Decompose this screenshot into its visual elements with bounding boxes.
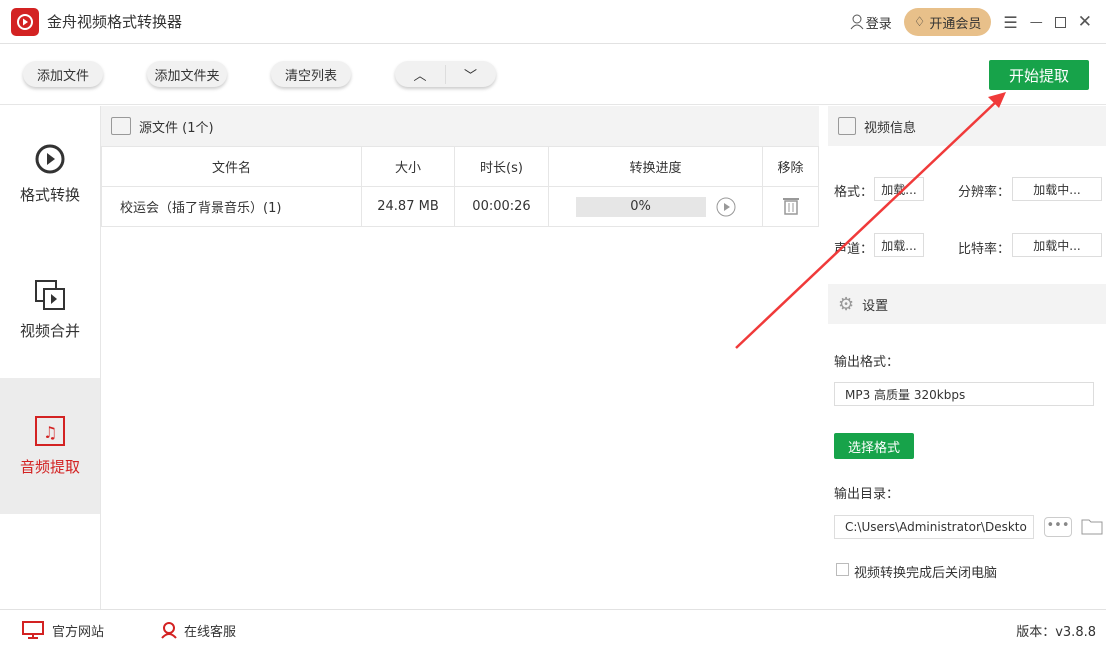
file-name: 校运会（插了背景音乐）(1) xyxy=(101,186,362,227)
bitrate-value: 加载中... xyxy=(1012,233,1102,257)
channel-label: 声道： xyxy=(834,242,874,257)
maximize-button[interactable] xyxy=(1054,16,1066,28)
sidebar-item-audio-extract[interactable]: ♫ 音频提取 xyxy=(0,378,100,514)
minimize-button[interactable]: — xyxy=(1030,15,1043,30)
more-icon[interactable]: ••• xyxy=(1044,517,1072,537)
column-header: 时长(s) xyxy=(454,146,549,187)
move-up-button[interactable]: ︿ xyxy=(396,64,446,84)
diamond-icon: ♢ xyxy=(913,14,926,30)
channel-value: 加载... xyxy=(874,233,924,257)
output-dir-field[interactable]: C:\Users\Administrator\Deskto xyxy=(834,515,1034,539)
move-buttons: ︿ ﹀ xyxy=(395,61,496,87)
svg-text:♫: ♫ xyxy=(43,423,57,442)
user-icon xyxy=(850,14,864,30)
trash-icon[interactable] xyxy=(782,195,800,215)
gear-icon: ⚙ xyxy=(838,293,855,315)
right-panel: 视频信息 格式： 加载... 分辨率： 加载中... 声道： 加载... 比特率… xyxy=(828,106,1106,609)
progress-bar: 0% xyxy=(575,196,706,217)
version-label: 版本：v3.8.8 xyxy=(1016,624,1096,640)
format-value: 加载... xyxy=(874,177,924,201)
menu-icon[interactable]: ☰ xyxy=(1003,13,1017,32)
column-header: 移除 xyxy=(762,146,819,187)
output-dir-label: 输出目录： xyxy=(834,487,900,502)
settings-header: ⚙ 设置 xyxy=(828,284,1106,324)
sidebar: 格式转换 视频合并 ♫ 音频提取 xyxy=(0,106,101,609)
move-down-button[interactable]: ﹀ xyxy=(446,65,496,84)
table-row[interactable]: 校运会（插了背景音乐）(1) 24.87 MB 00:00:26 0% xyxy=(101,186,819,227)
add-file-button[interactable]: 添加文件 xyxy=(23,61,103,87)
choose-format-button[interactable]: 选择格式 xyxy=(834,433,914,459)
close-button[interactable]: ✕ xyxy=(1078,12,1092,32)
file-table: 文件名 大小 时长(s) 转换进度 移除 校运会（插了背景音乐）(1) 24.8… xyxy=(101,146,819,227)
add-folder-button[interactable]: 添加文件夹 xyxy=(147,61,227,87)
vip-button[interactable]: ♢ 开通会员 xyxy=(903,8,992,36)
website-link[interactable]: 官方网站 xyxy=(22,621,104,640)
sidebar-item-format-convert[interactable]: 格式转换 xyxy=(0,106,100,242)
output-format-field[interactable]: MP3 高质量 320kbps xyxy=(834,382,1094,406)
source-header: 源文件 (1个) xyxy=(101,106,819,146)
support-icon xyxy=(161,622,177,639)
output-format-label: 输出格式： xyxy=(834,355,900,370)
video-info-icon xyxy=(838,117,856,135)
file-size: 24.87 MB xyxy=(361,186,455,227)
start-extract-button[interactable]: 开始提取 xyxy=(989,60,1089,90)
folder-icon[interactable] xyxy=(1081,517,1103,535)
file-duration: 00:00:26 xyxy=(454,186,549,227)
file-list-panel: 源文件 (1个) 文件名 大小 时长(s) 转换进度 移除 校运会（插了背景音乐… xyxy=(101,106,819,609)
play-circle-icon xyxy=(35,144,65,173)
bitrate-label: 比特率： xyxy=(958,242,1011,257)
login-button[interactable]: 登录 xyxy=(850,13,892,32)
shutdown-label: 视频转换完成后关闭电脑 xyxy=(854,566,998,581)
clear-list-button[interactable]: 清空列表 xyxy=(271,61,351,87)
column-header: 大小 xyxy=(361,146,455,187)
resolution-value: 加载中... xyxy=(1012,177,1102,201)
sidebar-item-video-merge[interactable]: 视频合并 xyxy=(0,242,100,378)
shutdown-checkbox[interactable] xyxy=(836,563,849,576)
toolbar: 添加文件 添加文件夹 清空列表 ︿ ﹀ 开始提取 xyxy=(0,45,1106,105)
app-logo-icon xyxy=(11,7,39,36)
title-bar: 金舟视频格式转换器 登录 ♢ 开通会员 ☰ — ✕ xyxy=(0,0,1106,44)
support-link[interactable]: 在线客服 xyxy=(160,621,236,640)
column-header: 转换进度 xyxy=(548,146,763,187)
column-header: 文件名 xyxy=(101,146,362,187)
app-title: 金舟视频格式转换器 xyxy=(47,13,183,31)
play-icon[interactable] xyxy=(716,197,736,217)
format-label: 格式： xyxy=(834,185,874,200)
video-info-header: 视频信息 xyxy=(828,106,1106,146)
film-icon xyxy=(111,117,131,135)
merge-icon xyxy=(35,279,65,310)
monitor-icon xyxy=(22,621,44,639)
footer: 官方网站 在线客服 版本：v3.8.8 xyxy=(0,609,1106,650)
music-icon: ♫ xyxy=(35,415,65,446)
resolution-label: 分辨率： xyxy=(958,185,1011,200)
